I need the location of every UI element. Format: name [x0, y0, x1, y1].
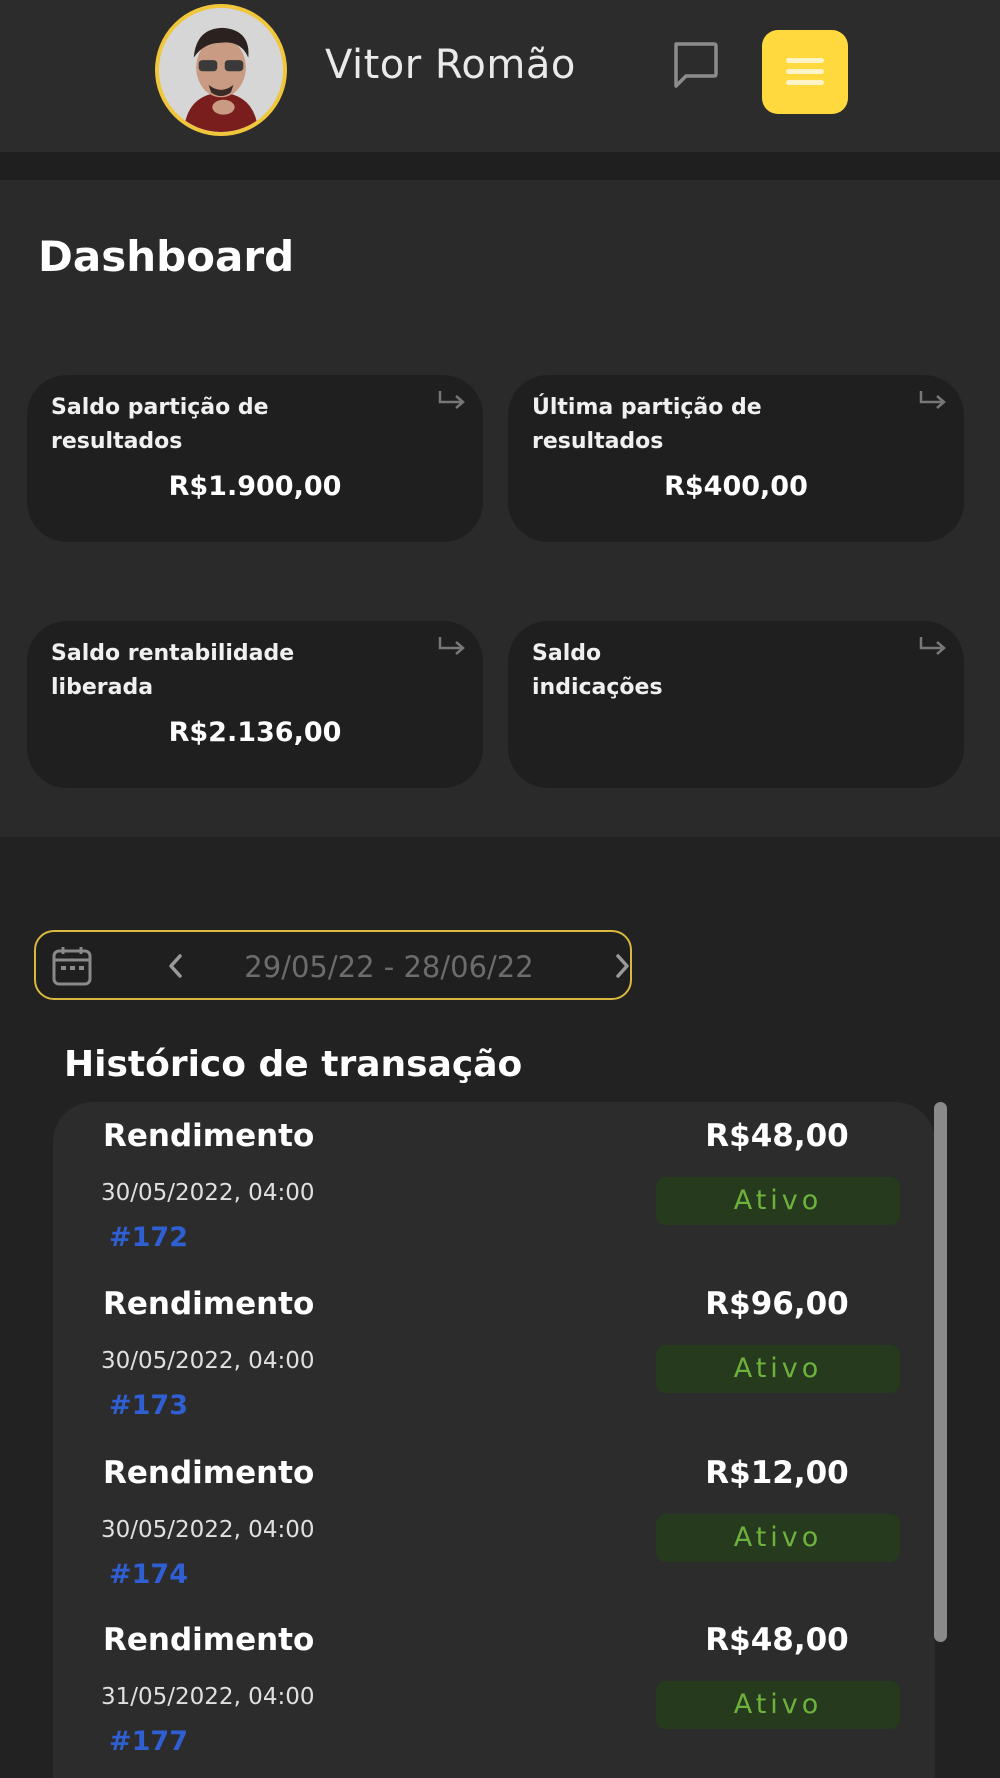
transaction-date: 30/05/2022, 04:00: [101, 1348, 315, 1374]
date-range-picker[interactable]: 29/05/22 - 28/06/22: [34, 930, 632, 1000]
card-title: Saldo rentabilidade liberada: [51, 641, 295, 700]
redirect-arrow-icon[interactable]: [916, 633, 950, 661]
transaction-date: 30/05/2022, 04:00: [101, 1517, 315, 1543]
card-saldo-indicacoes[interactable]: Saldo indicações: [508, 621, 964, 788]
transaction-item[interactable]: Rendimento R$96,00 30/05/2022, 04:00 #17…: [53, 1270, 935, 1438]
card-saldo-rentabilidade[interactable]: Saldo rentabilidade liberada R$2.136,00: [27, 621, 483, 788]
avatar-photo: [159, 8, 283, 132]
menu-button[interactable]: [762, 30, 848, 114]
status-badge: Ativo: [656, 1514, 900, 1562]
card-title: Última partição de resultados: [532, 395, 762, 454]
card-value: R$2.136,00: [168, 717, 342, 748]
calendar-icon[interactable]: [50, 944, 94, 988]
status-badge: Ativo: [656, 1345, 900, 1393]
card-value: R$400,00: [664, 471, 808, 502]
chevron-right-icon[interactable]: [608, 951, 636, 981]
user-name: Vitor Romão: [325, 42, 576, 88]
chat-bubble-icon[interactable]: [668, 38, 722, 92]
dashboard-section: Dashboard Saldo partição de resultados R…: [0, 180, 1000, 837]
chevron-left-icon[interactable]: [162, 951, 190, 981]
transaction-id-link[interactable]: #174: [109, 1559, 188, 1590]
status-badge: Ativo: [656, 1177, 900, 1225]
app-header: Vitor Romão: [0, 0, 1000, 152]
transaction-type: Rendimento: [103, 1455, 315, 1491]
transaction-id-link[interactable]: #173: [109, 1390, 188, 1421]
transaction-amount: R$96,00: [705, 1286, 849, 1322]
redirect-arrow-icon[interactable]: [916, 387, 950, 415]
header-divider: [0, 152, 1000, 180]
page-title: Dashboard: [38, 232, 295, 281]
transaction-type: Rendimento: [103, 1118, 315, 1154]
transaction-amount: R$12,00: [705, 1455, 849, 1491]
redirect-arrow-icon[interactable]: [435, 633, 469, 661]
transaction-item[interactable]: Rendimento R$48,00 30/05/2022, 04:00 #17…: [53, 1102, 935, 1270]
card-title: Saldo partição de resultados: [51, 395, 269, 454]
redirect-arrow-icon[interactable]: [435, 387, 469, 415]
card-saldo-particao[interactable]: Saldo partição de resultados R$1.900,00: [27, 375, 483, 542]
card-ultima-particao[interactable]: Última partição de resultados R$400,00: [508, 375, 964, 542]
transaction-type: Rendimento: [103, 1622, 315, 1658]
transaction-date: 31/05/2022, 04:00: [101, 1684, 315, 1710]
transaction-amount: R$48,00: [705, 1118, 849, 1154]
transaction-id-link[interactable]: #177: [109, 1726, 188, 1757]
date-range-text: 29/05/22 - 28/06/22: [244, 950, 534, 984]
transaction-item[interactable]: Rendimento R$12,00 30/05/2022, 04:00 #17…: [53, 1439, 935, 1607]
transaction-item[interactable]: Rendimento R$48,00 31/05/2022, 04:00 #17…: [53, 1606, 935, 1774]
card-title: Saldo indicações: [532, 641, 663, 700]
avatar[interactable]: [155, 4, 287, 136]
transactions-title: Histórico de transação: [64, 1044, 523, 1085]
transaction-id-link[interactable]: #172: [109, 1222, 188, 1253]
scrollbar[interactable]: [934, 1102, 947, 1642]
status-badge: Ativo: [656, 1681, 900, 1729]
card-value: R$1.900,00: [168, 471, 342, 502]
transaction-date: 30/05/2022, 04:00: [101, 1180, 315, 1206]
transaction-type: Rendimento: [103, 1286, 315, 1322]
transaction-amount: R$48,00: [705, 1622, 849, 1658]
transaction-list[interactable]: Rendimento R$48,00 30/05/2022, 04:00 #17…: [53, 1102, 935, 1778]
